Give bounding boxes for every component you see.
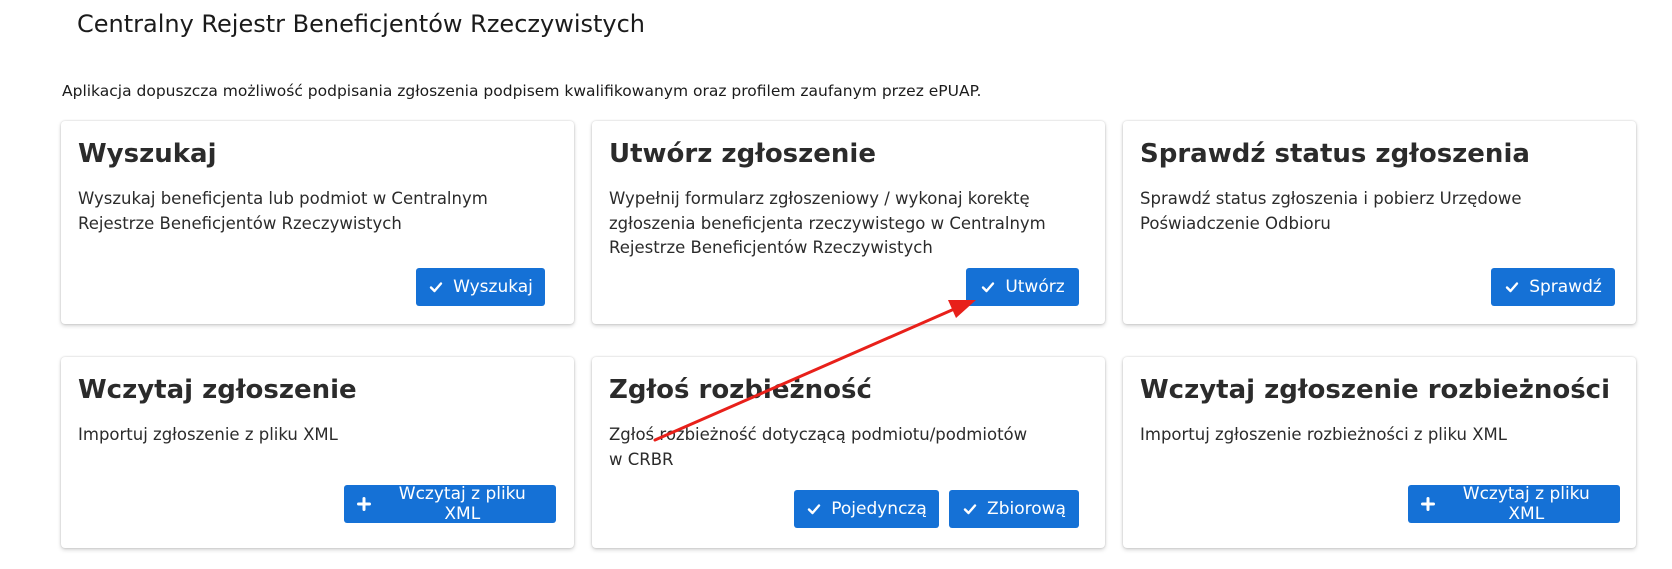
plus-icon <box>356 496 372 512</box>
intro-text: Aplikacja dopuszcza możliwość podpisania… <box>62 82 982 100</box>
single-discrepancy-button[interactable]: Pojedynczą <box>794 490 939 528</box>
card-title: Wyszukaj <box>78 139 217 169</box>
check-icon <box>806 501 822 517</box>
card-description: Zgłoś rozbieżność dotyczącą podmiotu/pod… <box>609 425 1028 469</box>
card-description: Importuj zgłoszenie z pliku XML <box>78 425 338 444</box>
card-report-discrepancy: Zgłoś rozbieżność Zgłoś rozbieżność doty… <box>592 357 1105 548</box>
card-description: Importuj zgłoszenie rozbieżności z pliku… <box>1140 425 1507 444</box>
page-title: Centralny Rejestr Beneficjentów Rzeczywi… <box>77 10 646 38</box>
card-import-discrepancy: Wczytaj zgłoszenie rozbieżności Importuj… <box>1123 357 1636 548</box>
bulk-discrepancy-button[interactable]: Zbiorową <box>949 490 1079 528</box>
card-create: Utwórz zgłoszenie Wypełnij formularz zgł… <box>592 121 1105 324</box>
card-title: Wczytaj zgłoszenie <box>78 375 357 405</box>
card-import: Wczytaj zgłoszenie Importuj zgłoszenie z… <box>61 357 574 548</box>
import-xml-button[interactable]: Wczytaj z pliku XML <box>344 484 556 524</box>
check-icon <box>962 501 978 517</box>
button-label: Wczytaj z pliku XML <box>398 484 526 524</box>
check-status-button[interactable]: Sprawdź <box>1491 268 1615 306</box>
search-button[interactable]: Wyszukaj <box>416 268 545 306</box>
button-label: Wczytaj z pliku XML <box>1462 484 1590 524</box>
card-search: Wyszukaj Wyszukaj beneficjenta lub podmi… <box>61 121 574 324</box>
card-check-status: Sprawdź status zgłoszenia Sprawdź status… <box>1123 121 1636 324</box>
page: Centralny Rejestr Beneficjentów Rzeczywi… <box>0 0 1672 569</box>
card-title: Wczytaj zgłoszenie rozbieżności <box>1140 375 1610 405</box>
check-icon <box>1504 279 1520 295</box>
card-description: Wypełnij formularz zgłoszeniowy / wykona… <box>609 189 1046 257</box>
card-description: Sprawdź status zgłoszenia i pobierz Urzę… <box>1140 189 1522 233</box>
button-label: Pojedynczą <box>831 499 927 519</box>
button-label: Utwórz <box>1005 277 1065 297</box>
button-label: Zbiorową <box>987 499 1066 519</box>
import-discrepancy-xml-button[interactable]: Wczytaj z pliku XML <box>1408 484 1620 524</box>
card-title: Sprawdź status zgłoszenia <box>1140 139 1530 169</box>
card-description: Wyszukaj beneficjenta lub podmiot w Cent… <box>78 189 488 233</box>
card-title: Zgłoś rozbieżność <box>609 375 872 405</box>
check-icon <box>428 279 444 295</box>
check-icon <box>980 279 996 295</box>
card-title: Utwórz zgłoszenie <box>609 139 876 169</box>
button-label: Sprawdź <box>1529 277 1602 297</box>
create-button[interactable]: Utwórz <box>966 268 1079 306</box>
plus-icon <box>1420 496 1436 512</box>
button-label: Wyszukaj <box>453 277 533 297</box>
